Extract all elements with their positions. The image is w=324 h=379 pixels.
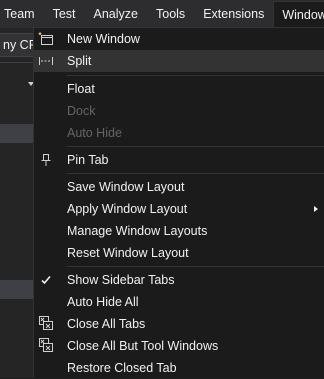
menu-separator [67, 75, 324, 76]
menu-separator [67, 173, 324, 174]
menu-item-save-window-layout[interactable]: Save Window Layout [34, 176, 324, 198]
menu-item-new-window[interactable]: New Window [34, 28, 324, 50]
menu-item-label: Close All Tabs [67, 317, 146, 331]
window-menu-dropdown: New Window Split Float Dock Auto Hide Pi… [33, 27, 324, 378]
close-tabs-icon [39, 338, 53, 352]
menu-bar: Team Test Analyze Tools Extensions Windo… [0, 0, 324, 29]
menu-separator [67, 266, 324, 267]
split-icon [39, 57, 53, 65]
menu-item-restore-closed-tab[interactable]: Restore Closed Tab [34, 357, 324, 379]
menu-item-label: New Window [67, 32, 140, 46]
checkmark-icon [41, 275, 51, 285]
menu-item-manage-window-layouts[interactable]: Manage Window Layouts [34, 220, 324, 242]
menu-item-dock[interactable]: Dock [34, 100, 324, 122]
menu-separator [67, 146, 324, 147]
menu-item-label: Apply Window Layout [67, 202, 188, 216]
close-tabs-icon [39, 316, 53, 330]
menu-team[interactable]: Team [0, 0, 44, 28]
menu-analyze[interactable]: Analyze [85, 0, 147, 28]
menu-item-label: Close All But Tool Windows [67, 339, 219, 353]
menu-item-float[interactable]: Float [34, 78, 324, 100]
menu-item-label: Pin Tab [67, 153, 109, 167]
menu-item-label: Auto Hide [67, 126, 122, 140]
chevron-right-icon [314, 206, 318, 212]
background-panel [0, 28, 34, 378]
new-window-icon [38, 31, 53, 45]
menu-item-auto-hide[interactable]: Auto Hide [34, 122, 324, 144]
menu-item-apply-window-layout[interactable]: Apply Window Layout [34, 198, 324, 220]
menu-item-label: Reset Window Layout [67, 246, 189, 260]
menu-item-label: Auto Hide All [67, 295, 139, 309]
menu-window[interactable]: Window [273, 0, 324, 29]
menu-item-split[interactable]: Split [34, 50, 324, 72]
menu-item-label: Dock [67, 104, 96, 118]
menu-extensions[interactable]: Extensions [194, 0, 273, 28]
menu-test[interactable]: Test [44, 0, 85, 28]
menu-item-close-all-but-tool-windows[interactable]: Close All But Tool Windows [34, 335, 324, 357]
menu-item-reset-window-layout[interactable]: Reset Window Layout [34, 242, 324, 264]
background-header-bar [0, 124, 34, 143]
menu-item-close-all-tabs[interactable]: Close All Tabs [34, 313, 324, 335]
menu-item-label: Restore Closed Tab [67, 361, 177, 375]
background-header-bar [0, 280, 34, 299]
menu-item-label: Manage Window Layouts [67, 224, 208, 238]
platform-combo[interactable]: ny CP [0, 33, 34, 57]
menu-item-show-sidebar-tabs[interactable]: Show Sidebar Tabs [34, 269, 324, 291]
menu-item-auto-hide-all[interactable]: Auto Hide All [34, 291, 324, 313]
menu-tools[interactable]: Tools [147, 0, 194, 28]
menu-item-label: Save Window Layout [67, 180, 185, 194]
menu-item-label: Show Sidebar Tabs [67, 273, 175, 287]
menu-item-pin-tab[interactable]: Pin Tab [34, 149, 324, 171]
menu-item-label: Split [67, 54, 92, 68]
background-divider [0, 62, 34, 63]
menu-item-label: Float [67, 82, 95, 96]
pin-icon [41, 154, 51, 166]
